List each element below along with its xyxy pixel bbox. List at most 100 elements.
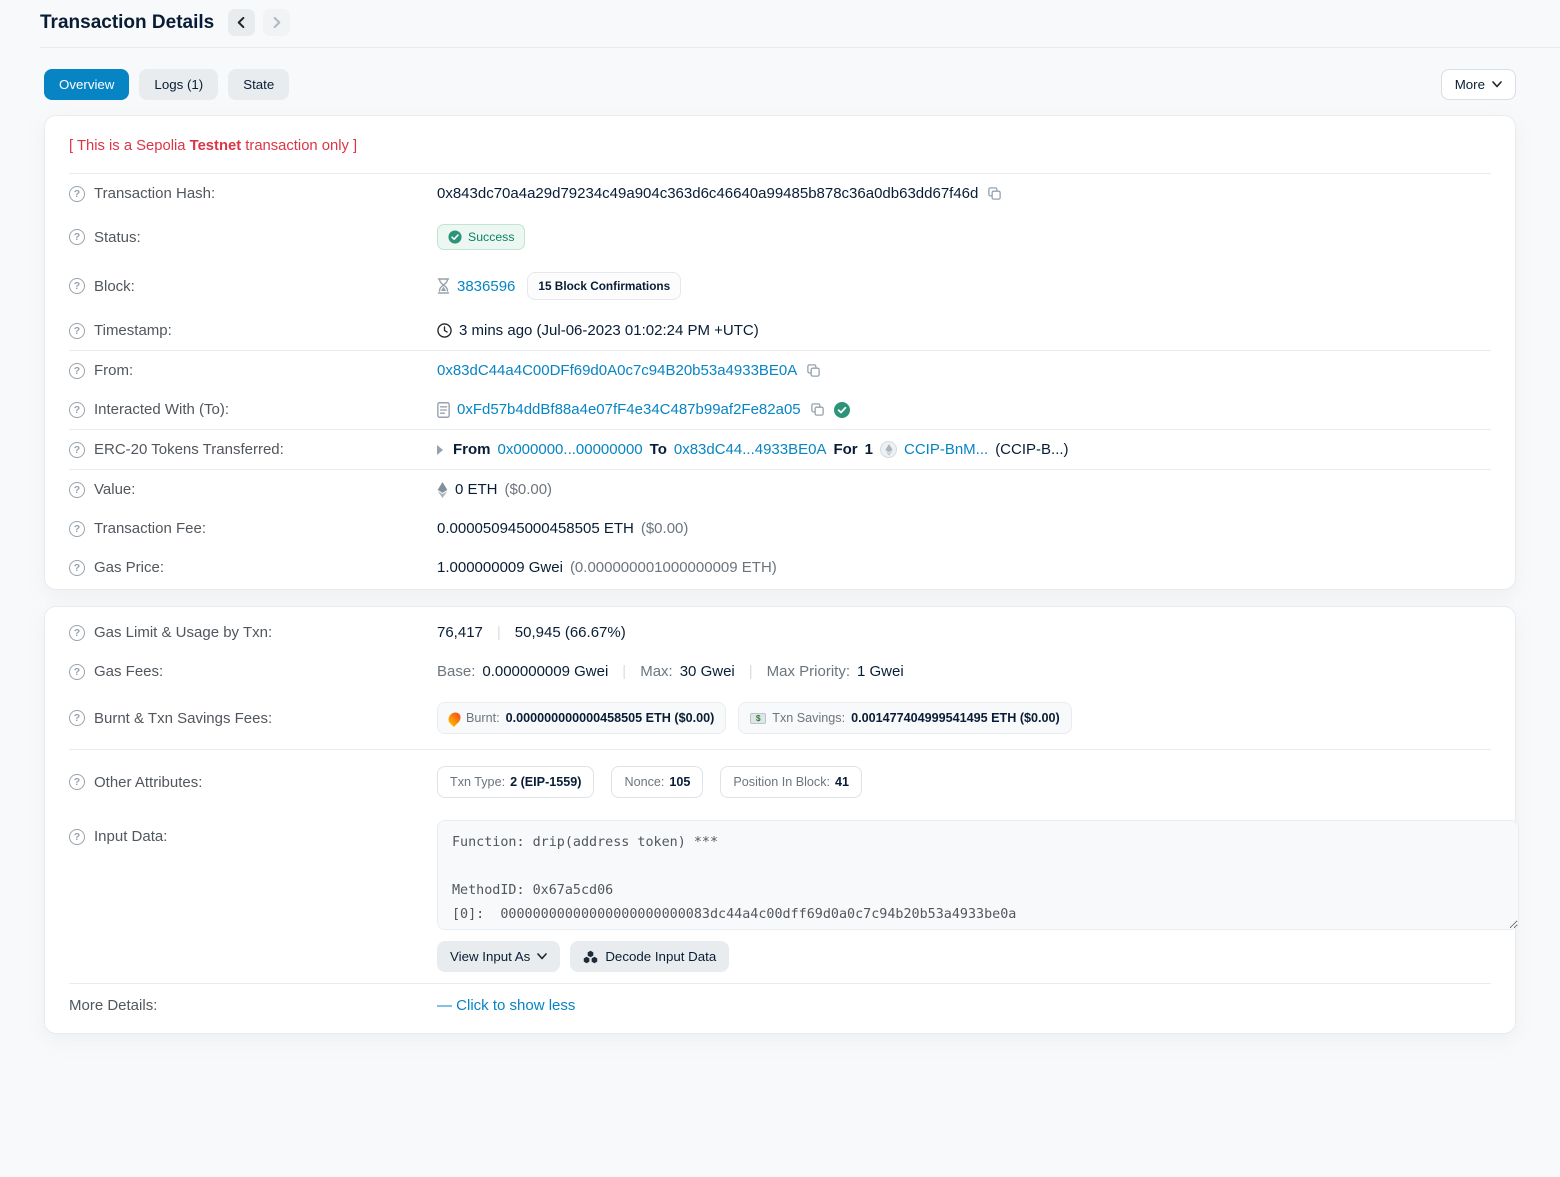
transaction-hash-label: Transaction Hash: bbox=[94, 185, 215, 202]
transfer-from-address[interactable]: 0x000000...00000000 bbox=[498, 441, 643, 458]
burnt-savings-label-group: Burnt & Txn Savings Fees: bbox=[69, 710, 437, 727]
timestamp-value: 3 mins ago (Jul-06-2023 01:02:24 PM +UTC… bbox=[459, 322, 759, 339]
more-button[interactable]: More bbox=[1441, 69, 1516, 100]
decode-input-data-button[interactable]: Decode Input Data bbox=[570, 941, 729, 972]
gas-price-label: Gas Price: bbox=[94, 559, 164, 576]
more-button-label: More bbox=[1455, 77, 1485, 92]
separator bbox=[490, 624, 508, 641]
chevron-down-icon bbox=[537, 953, 547, 960]
help-icon[interactable] bbox=[69, 664, 85, 680]
transfer-for-label: For bbox=[833, 441, 857, 458]
help-icon[interactable] bbox=[69, 363, 85, 379]
transaction-fee-row: Transaction Fee: 0.000050945000458505 ET… bbox=[69, 509, 1491, 548]
status-label: Status: bbox=[94, 229, 141, 246]
status-badge: Success bbox=[437, 224, 525, 250]
block-confirmations-badge: 15 Block Confirmations bbox=[527, 272, 681, 300]
gas-limit-label-group: Gas Limit & Usage by Txn: bbox=[69, 624, 437, 641]
next-transaction-button[interactable] bbox=[263, 9, 290, 36]
separator bbox=[615, 663, 633, 680]
transfer-from-label: From bbox=[453, 441, 491, 458]
nonce-label: Nonce: bbox=[624, 775, 664, 789]
copy-transaction-hash-button[interactable] bbox=[985, 186, 1004, 201]
show-less-link[interactable]: — Click to show less bbox=[437, 997, 575, 1014]
check-circle-icon bbox=[448, 230, 462, 244]
input-data-row: Input Data: Function: drip(address token… bbox=[69, 809, 1491, 983]
input-data-textarea[interactable]: Function: drip(address token) *** Method… bbox=[437, 820, 1519, 930]
gas-fees-max-value: 30 Gwei bbox=[680, 663, 735, 680]
transaction-fee-usd: ($0.00) bbox=[641, 520, 689, 537]
help-icon[interactable] bbox=[69, 774, 85, 790]
gas-fees-max-label: Max: bbox=[640, 663, 673, 680]
help-icon[interactable] bbox=[69, 521, 85, 537]
help-icon[interactable] bbox=[69, 186, 85, 202]
burnt-savings-label: Burnt & Txn Savings Fees: bbox=[94, 710, 272, 727]
block-link[interactable]: 3836596 bbox=[457, 278, 515, 295]
help-icon[interactable] bbox=[69, 710, 85, 726]
tab-overview[interactable]: Overview bbox=[44, 69, 129, 100]
gas-price-value: 1.000000009 Gwei bbox=[437, 559, 563, 576]
transfer-to-address[interactable]: 0x83dC44...4933BE0A bbox=[674, 441, 827, 458]
status-label-group: Status: bbox=[69, 229, 437, 246]
txn-type-badge: Txn Type: 2 (EIP-1559) bbox=[437, 766, 594, 798]
value-label: Value: bbox=[94, 481, 135, 498]
transaction-fee-label-group: Transaction Fee: bbox=[69, 520, 437, 537]
caret-right-icon bbox=[437, 445, 443, 455]
help-icon[interactable] bbox=[69, 323, 85, 339]
chevron-down-icon bbox=[1492, 81, 1502, 88]
interacted-with-label-group: Interacted With (To): bbox=[69, 401, 437, 418]
help-icon[interactable] bbox=[69, 482, 85, 498]
position-in-block-badge: Position In Block: 41 bbox=[720, 766, 862, 798]
burnt-label: Burnt: bbox=[466, 711, 500, 725]
gas-usage-value: 50,945 (66.67%) bbox=[515, 624, 626, 641]
chevron-left-icon bbox=[236, 17, 247, 28]
copy-icon bbox=[806, 363, 821, 378]
interacted-with-row: Interacted With (To): 0xFd57b4ddBf88a4e0… bbox=[69, 390, 1491, 429]
help-icon[interactable] bbox=[69, 829, 85, 845]
help-icon[interactable] bbox=[69, 442, 85, 458]
help-icon[interactable] bbox=[69, 625, 85, 641]
input-data-label: Input Data: bbox=[94, 828, 167, 845]
help-icon[interactable] bbox=[69, 278, 85, 294]
burnt-value: 0.000000000000458505 ETH ($0.00) bbox=[506, 711, 715, 725]
block-row: Block: 3836596 15 Block Confirmations bbox=[69, 261, 1491, 311]
txn-type-value: 2 (EIP-1559) bbox=[510, 775, 581, 789]
gas-limit-label: Gas Limit & Usage by Txn: bbox=[94, 624, 272, 641]
gas-fees-row: Gas Fees: Base: 0.000000009 Gwei Max: 30… bbox=[69, 652, 1491, 691]
token-icon bbox=[880, 441, 897, 458]
value-amount: 0 ETH bbox=[455, 481, 498, 498]
other-attributes-label-group: Other Attributes: bbox=[69, 774, 437, 791]
nonce-value: 105 bbox=[669, 775, 690, 789]
testnet-notice-bold: Testnet bbox=[190, 138, 242, 154]
tab-bar: Overview Logs (1) State More bbox=[0, 48, 1560, 115]
burnt-savings-row: Burnt & Txn Savings Fees: Burnt: 0.00000… bbox=[69, 691, 1491, 749]
interacted-with-address-link[interactable]: 0xFd57b4ddBf88a4e07fF4e34C487b99af2Fe82a… bbox=[457, 401, 801, 418]
tab-logs[interactable]: Logs (1) bbox=[139, 69, 218, 100]
txn-savings-value: 0.001477404999541495 ETH ($0.00) bbox=[851, 711, 1060, 725]
gas-limit-value: 76,417 bbox=[437, 624, 483, 641]
transaction-fee-label: Transaction Fee: bbox=[94, 520, 206, 537]
status-row: Status: Success bbox=[69, 213, 1491, 261]
verified-check-icon bbox=[834, 402, 850, 418]
token-link[interactable]: CCIP-BnM... bbox=[904, 441, 988, 458]
cubes-icon bbox=[583, 950, 598, 964]
help-icon[interactable] bbox=[69, 560, 85, 576]
view-input-as-button[interactable]: View Input As bbox=[437, 941, 560, 972]
gas-fees-priority-label: Max Priority: bbox=[767, 663, 850, 680]
burnt-badge: Burnt: 0.000000000000458505 ETH ($0.00) bbox=[437, 702, 726, 734]
txn-type-label: Txn Type: bbox=[450, 775, 505, 789]
timestamp-label-group: Timestamp: bbox=[69, 322, 437, 339]
from-address-link[interactable]: 0x83dC44a4C00DFf69d0A0c7c94B20b53a4933BE… bbox=[437, 362, 797, 379]
copy-contract-address-button[interactable] bbox=[808, 402, 827, 417]
help-icon[interactable] bbox=[69, 402, 85, 418]
help-icon[interactable] bbox=[69, 229, 85, 245]
page-title: Transaction Details bbox=[40, 12, 214, 34]
previous-transaction-button[interactable] bbox=[228, 9, 255, 36]
transfer-amount: 1 bbox=[865, 441, 873, 458]
transaction-hash-value: 0x843dc70a4a29d79234c49a904c363d6c46640a… bbox=[437, 185, 978, 202]
copy-from-address-button[interactable] bbox=[804, 363, 823, 378]
timestamp-row: Timestamp: 3 mins ago (Jul-06-2023 01:02… bbox=[69, 311, 1491, 350]
nonce-badge: Nonce: 105 bbox=[611, 766, 703, 798]
from-label-group: From: bbox=[69, 362, 437, 379]
timestamp-label: Timestamp: bbox=[94, 322, 172, 339]
tab-state[interactable]: State bbox=[228, 69, 289, 100]
